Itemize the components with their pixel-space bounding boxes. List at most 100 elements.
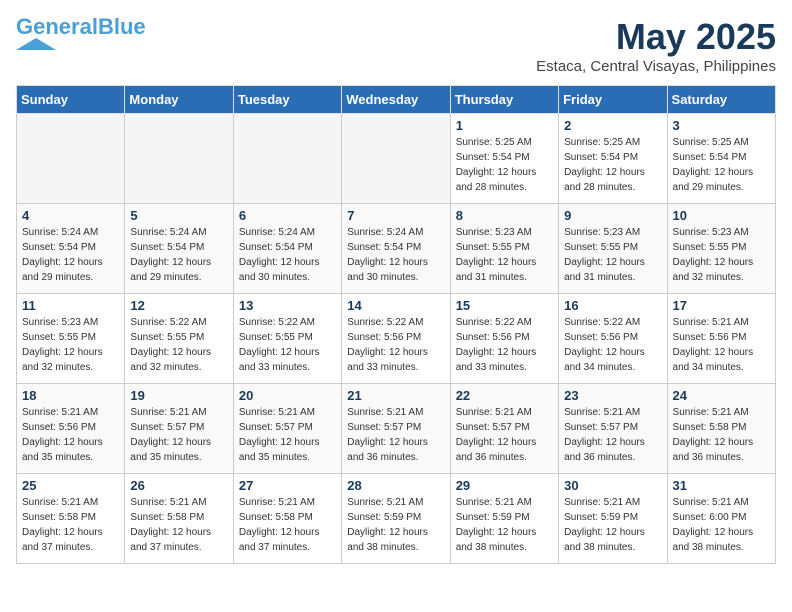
calendar-subtitle: Estaca, Central Visayas, Philippines [536, 58, 776, 75]
calendar-title: May 2025 [536, 16, 776, 58]
calendar-cell: 20 Sunrise: 5:21 AM Sunset: 5:57 PM Dayli… [233, 384, 341, 474]
calendar-header-row: SundayMondayTuesdayWednesdayThursdayFrid… [17, 86, 776, 114]
calendar-cell: 22 Sunrise: 5:21 AM Sunset: 5:57 PM Dayli… [450, 384, 558, 474]
day-number: 20 [239, 388, 336, 403]
day-number: 15 [456, 298, 553, 313]
day-info: Sunrise: 5:22 AM Sunset: 5:55 PM Dayligh… [130, 315, 227, 375]
day-info: Sunrise: 5:21 AM Sunset: 5:59 PM Dayligh… [456, 495, 553, 555]
day-number: 31 [673, 478, 770, 493]
weekday-header-thursday: Thursday [450, 86, 558, 114]
title-block: May 2025 Estaca, Central Visayas, Philip… [536, 16, 776, 75]
calendar-cell: 30 Sunrise: 5:21 AM Sunset: 5:59 PM Dayli… [559, 474, 667, 564]
calendar-cell: 21Sunrise: 5:21 AM Sunset: 5:57 PM Dayli… [342, 384, 450, 474]
day-info: Sunrise: 5:24 AM Sunset: 5:54 PM Dayligh… [130, 225, 227, 285]
weekday-header-monday: Monday [125, 86, 233, 114]
calendar-cell: 10 Sunrise: 5:23 AM Sunset: 5:55 PM Dayli… [667, 204, 775, 294]
calendar-cell: 18 Sunrise: 5:21 AM Sunset: 5:56 PM Dayli… [17, 384, 125, 474]
day-number: 16 [564, 298, 661, 313]
weekday-header-sunday: Sunday [17, 86, 125, 114]
day-info: Sunrise: 5:21 AM Sunset: 5:58 PM Dayligh… [22, 495, 119, 555]
calendar-cell: 16 Sunrise: 5:22 AM Sunset: 5:56 PM Dayli… [559, 294, 667, 384]
day-number: 9 [564, 208, 661, 223]
calendar-week-4: 18 Sunrise: 5:21 AM Sunset: 5:56 PM Dayli… [17, 384, 776, 474]
calendar-week-3: 11 Sunrise: 5:23 AM Sunset: 5:55 PM Dayli… [17, 294, 776, 384]
calendar-cell: 4 Sunrise: 5:24 AM Sunset: 5:54 PM Daylig… [17, 204, 125, 294]
day-info: Sunrise: 5:24 AM Sunset: 5:54 PM Dayligh… [347, 225, 444, 285]
logo-icon [16, 38, 56, 50]
calendar-cell: 15 Sunrise: 5:22 AM Sunset: 5:56 PM Dayli… [450, 294, 558, 384]
day-info: Sunrise: 5:21 AM Sunset: 5:57 PM Dayligh… [130, 405, 227, 465]
day-number: 6 [239, 208, 336, 223]
calendar-cell: 5Sunrise: 5:24 AM Sunset: 5:54 PM Daylig… [125, 204, 233, 294]
day-info: Sunrise: 5:21 AM Sunset: 5:57 PM Dayligh… [456, 405, 553, 465]
day-number: 3 [673, 118, 770, 133]
day-info: Sunrise: 5:25 AM Sunset: 5:54 PM Dayligh… [673, 135, 770, 195]
calendar-cell: 9Sunrise: 5:23 AM Sunset: 5:55 PM Daylig… [559, 204, 667, 294]
calendar-week-5: 25 Sunrise: 5:21 AM Sunset: 5:58 PM Dayli… [17, 474, 776, 564]
calendar-cell: 28 Sunrise: 5:21 AM Sunset: 5:59 PM Dayli… [342, 474, 450, 564]
page-header: GeneralBlue May 2025 Estaca, Central Vis… [16, 16, 776, 75]
calendar-cell [233, 114, 341, 204]
day-info: Sunrise: 5:23 AM Sunset: 5:55 PM Dayligh… [456, 225, 553, 285]
day-info: Sunrise: 5:21 AM Sunset: 5:58 PM Dayligh… [239, 495, 336, 555]
day-number: 23 [564, 388, 661, 403]
day-number: 26 [130, 478, 227, 493]
day-info: Sunrise: 5:24 AM Sunset: 5:54 PM Dayligh… [22, 225, 119, 285]
day-number: 25 [22, 478, 119, 493]
day-info: Sunrise: 5:22 AM Sunset: 5:56 PM Dayligh… [456, 315, 553, 375]
day-number: 27 [239, 478, 336, 493]
logo-blue: Blue [98, 14, 146, 39]
calendar-cell: 31 Sunrise: 5:21 AM Sunset: 6:00 PM Dayli… [667, 474, 775, 564]
day-number: 7 [347, 208, 444, 223]
calendar-cell: 26Sunrise: 5:21 AM Sunset: 5:58 PM Dayli… [125, 474, 233, 564]
day-number: 14 [347, 298, 444, 313]
calendar-cell: 25 Sunrise: 5:21 AM Sunset: 5:58 PM Dayli… [17, 474, 125, 564]
day-info: Sunrise: 5:23 AM Sunset: 5:55 PM Dayligh… [22, 315, 119, 375]
day-number: 22 [456, 388, 553, 403]
weekday-header-friday: Friday [559, 86, 667, 114]
weekday-header-saturday: Saturday [667, 86, 775, 114]
day-number: 30 [564, 478, 661, 493]
day-number: 4 [22, 208, 119, 223]
logo-general: General [16, 14, 98, 39]
day-info: Sunrise: 5:21 AM Sunset: 5:56 PM Dayligh… [22, 405, 119, 465]
calendar-cell: 3 Sunrise: 5:25 AM Sunset: 5:54 PM Daylig… [667, 114, 775, 204]
calendar-cell: 23 Sunrise: 5:21 AM Sunset: 5:57 PM Dayli… [559, 384, 667, 474]
day-info: Sunrise: 5:21 AM Sunset: 5:56 PM Dayligh… [673, 315, 770, 375]
calendar-cell: 2 Sunrise: 5:25 AM Sunset: 5:54 PM Daylig… [559, 114, 667, 204]
day-number: 10 [673, 208, 770, 223]
day-info: Sunrise: 5:21 AM Sunset: 5:57 PM Dayligh… [347, 405, 444, 465]
day-info: Sunrise: 5:21 AM Sunset: 5:58 PM Dayligh… [673, 405, 770, 465]
calendar-cell [342, 114, 450, 204]
day-info: Sunrise: 5:23 AM Sunset: 5:55 PM Dayligh… [673, 225, 770, 285]
day-info: Sunrise: 5:21 AM Sunset: 6:00 PM Dayligh… [673, 495, 770, 555]
calendar-cell: 8 Sunrise: 5:23 AM Sunset: 5:55 PM Daylig… [450, 204, 558, 294]
calendar-cell [125, 114, 233, 204]
day-number: 18 [22, 388, 119, 403]
day-number: 29 [456, 478, 553, 493]
calendar-cell: 19Sunrise: 5:21 AM Sunset: 5:57 PM Dayli… [125, 384, 233, 474]
weekday-header-tuesday: Tuesday [233, 86, 341, 114]
day-number: 24 [673, 388, 770, 403]
day-info: Sunrise: 5:24 AM Sunset: 5:54 PM Dayligh… [239, 225, 336, 285]
day-info: Sunrise: 5:21 AM Sunset: 5:59 PM Dayligh… [347, 495, 444, 555]
day-number: 12 [130, 298, 227, 313]
weekday-header-wednesday: Wednesday [342, 86, 450, 114]
calendar-week-2: 4 Sunrise: 5:24 AM Sunset: 5:54 PM Daylig… [17, 204, 776, 294]
logo: GeneralBlue [16, 16, 146, 50]
logo-text: GeneralBlue [16, 16, 146, 38]
day-info: Sunrise: 5:25 AM Sunset: 5:54 PM Dayligh… [456, 135, 553, 195]
day-info: Sunrise: 5:21 AM Sunset: 5:57 PM Dayligh… [239, 405, 336, 465]
day-number: 11 [22, 298, 119, 313]
calendar-cell: 27 Sunrise: 5:21 AM Sunset: 5:58 PM Dayli… [233, 474, 341, 564]
day-number: 8 [456, 208, 553, 223]
day-number: 28 [347, 478, 444, 493]
day-info: Sunrise: 5:21 AM Sunset: 5:59 PM Dayligh… [564, 495, 661, 555]
day-info: Sunrise: 5:25 AM Sunset: 5:54 PM Dayligh… [564, 135, 661, 195]
day-info: Sunrise: 5:22 AM Sunset: 5:56 PM Dayligh… [347, 315, 444, 375]
day-info: Sunrise: 5:21 AM Sunset: 5:57 PM Dayligh… [564, 405, 661, 465]
day-number: 2 [564, 118, 661, 133]
calendar-cell [17, 114, 125, 204]
day-info: Sunrise: 5:22 AM Sunset: 5:56 PM Dayligh… [564, 315, 661, 375]
calendar-cell: 14 Sunrise: 5:22 AM Sunset: 5:56 PM Dayli… [342, 294, 450, 384]
